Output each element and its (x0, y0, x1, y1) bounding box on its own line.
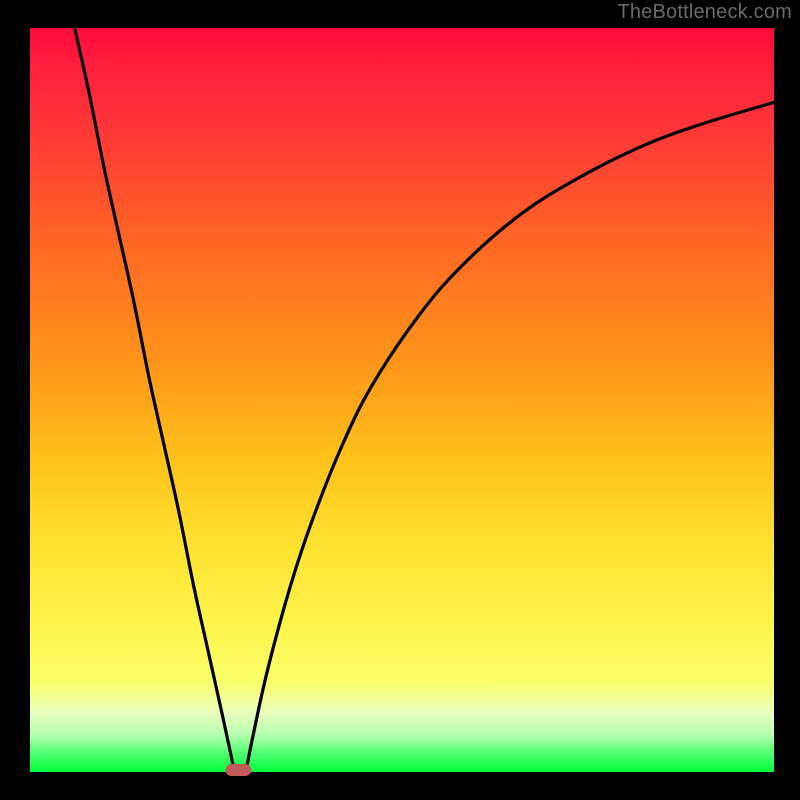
min-marker-pill (225, 764, 251, 776)
curve-right-branch (246, 102, 774, 772)
chart-frame: TheBottleneck.com (0, 0, 800, 800)
plot-overlay (30, 28, 774, 772)
curve-left-branch (75, 28, 235, 772)
watermark-text: TheBottleneck.com (617, 1, 792, 24)
